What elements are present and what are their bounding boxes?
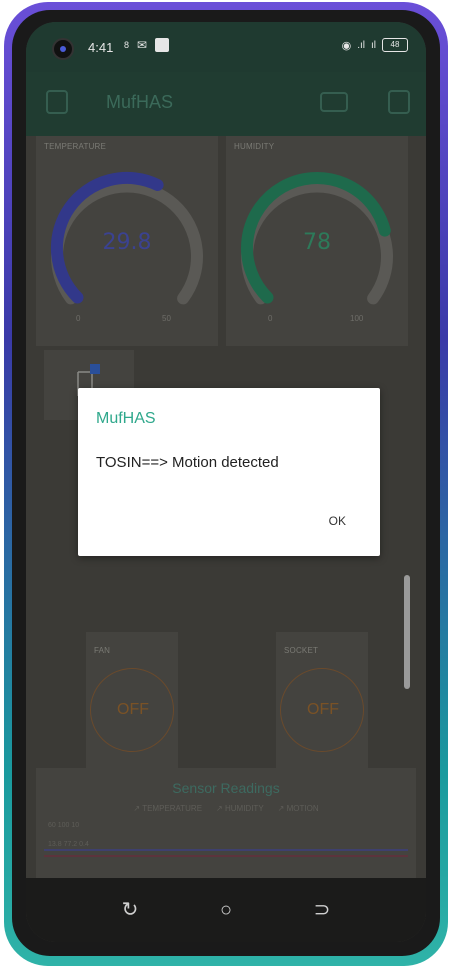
- screen: 4:41 8 ✉ ◉ .ıl ıl 48 MufHAS TEMPERATURE …: [26, 22, 426, 942]
- back-icon[interactable]: ⊃: [310, 898, 334, 922]
- side-button: [404, 575, 410, 689]
- dialog-title: MufHAS: [96, 410, 156, 427]
- navigation-bar: ↻ ○ ⊃: [26, 878, 426, 942]
- dialog-message: TOSIN==> Motion detected: [96, 454, 279, 471]
- alert-dialog: MufHAS TOSIN==> Motion detected OK: [78, 388, 380, 556]
- ok-button[interactable]: OK: [325, 512, 350, 530]
- home-icon[interactable]: ○: [214, 898, 238, 922]
- recent-apps-icon[interactable]: ↻: [118, 898, 142, 922]
